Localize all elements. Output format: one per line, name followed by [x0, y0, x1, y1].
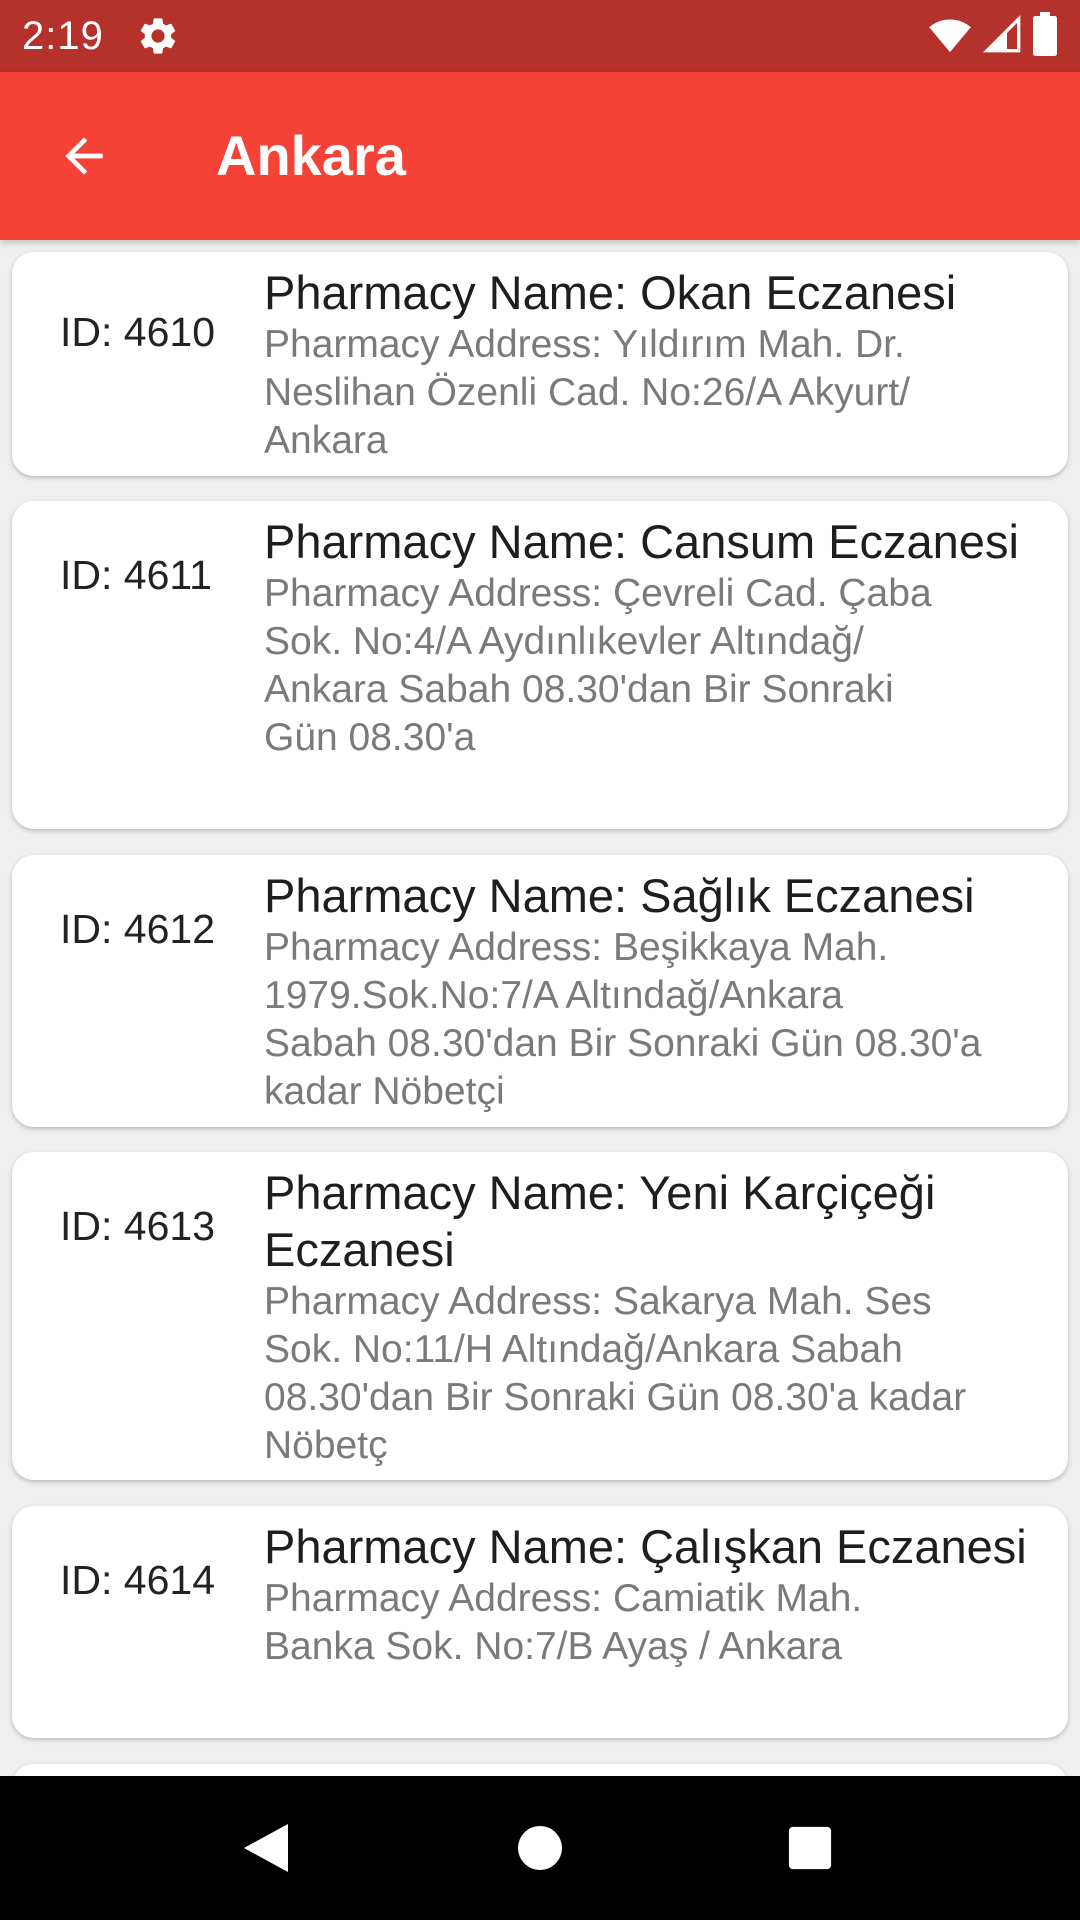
pharmacy-id: ID: 4614	[60, 1557, 215, 1603]
address-line: Pharmacy Address: Beşikkaya Mah.	[264, 926, 889, 969]
nav-home-button[interactable]	[504, 1812, 576, 1884]
wifi-icon	[928, 14, 972, 59]
address-line: Nöbetç	[264, 1424, 388, 1467]
address-line: Neslihan Özenli Cad. No:26/A Akyurt/	[264, 371, 910, 414]
pharmacy-address: Pharmacy Address: Sakarya Mah. Ses Sok. …	[264, 1278, 1044, 1470]
address-line: Pharmacy Address: Yıldırım Mah. Dr.	[264, 323, 905, 366]
address-line: Banka Sok. No:7/B Ayaş / Ankara	[264, 1625, 843, 1668]
pharmacy-address: Pharmacy Address: Camiatik Mah. Banka So…	[264, 1575, 1044, 1671]
pharmacy-details: Pharmacy Name: Okan Eczanesi Pharmacy Ad…	[264, 264, 1044, 465]
pharmacy-card[interactable]: ID: 4614 Pharmacy Name: Çalışkan Eczanes…	[12, 1506, 1068, 1738]
status-icons	[928, 11, 1058, 61]
address-line: Pharmacy Address: Camiatik Mah.	[264, 1577, 863, 1620]
pharmacy-card[interactable]: ID: 4610 Pharmacy Name: Okan Eczanesi Ph…	[12, 252, 1068, 476]
pharmacy-name: Pharmacy Name: Yeni Karçiçeği Eczanesi	[264, 1166, 936, 1276]
address-line: Gün 08.30'a	[264, 716, 476, 759]
pharmacy-id: ID: 4611	[60, 552, 212, 598]
cellular-signal-icon	[982, 14, 1022, 59]
address-line: Sok. No:11/H Altındağ/Ankara Sabah	[264, 1328, 903, 1371]
arrow-left-icon	[65, 137, 103, 175]
pharmacy-address: Pharmacy Address: Yıldırım Mah. Dr. Nesl…	[264, 321, 1044, 465]
pharmacy-details: Pharmacy Name: Yeni Karçiçeği Eczanesi P…	[264, 1164, 1044, 1470]
pharmacy-address: Pharmacy Address: Beşikkaya Mah. 1979.So…	[264, 924, 1044, 1116]
pharmacy-list[interactable]: ID: 4610 Pharmacy Name: Okan Eczanesi Ph…	[0, 240, 1080, 1776]
address-line: 08.30'dan Bir Sonraki Gün 08.30'a kadar	[264, 1376, 967, 1419]
status-bar: 2:19	[0, 0, 1080, 72]
app-bar: Ankara	[0, 72, 1080, 240]
pharmacy-id: ID: 4610	[60, 309, 215, 355]
pharmacy-name: Pharmacy Name: Çalışkan Eczanesi	[264, 1520, 1027, 1573]
pharmacy-id: ID: 4613	[60, 1203, 215, 1249]
pharmacy-details: Pharmacy Name: Çalışkan Eczanesi Pharmac…	[264, 1518, 1044, 1671]
pharmacy-card[interactable]: ID: 4612 Pharmacy Name: Sağlık Eczanesi …	[12, 855, 1068, 1127]
pharmacy-name: Pharmacy Name: Okan Eczanesi	[264, 266, 957, 319]
pharmacy-details: Pharmacy Name: Cansum Eczanesi Pharmacy …	[264, 513, 1044, 762]
pharmacy-id: ID: 4612	[60, 906, 215, 952]
back-triangle-icon	[244, 1824, 288, 1872]
pharmacy-name: Pharmacy Name: Cansum Eczanesi	[264, 515, 1019, 568]
home-circle-icon	[518, 1826, 562, 1870]
nav-back-button[interactable]	[230, 1812, 302, 1884]
page-title: Ankara	[216, 124, 406, 187]
settings-gear-icon	[136, 14, 180, 58]
pharmacy-address: Pharmacy Address: Çevreli Cad. Çaba Sok.…	[264, 570, 1044, 762]
address-line: Pharmacy Address: Çevreli Cad. Çaba	[264, 572, 932, 615]
pharmacy-details: Pharmacy Name: Sağlık Eczanesi Pharmacy …	[264, 867, 1044, 1116]
pharmacy-card[interactable]: ID: 4611 Pharmacy Name: Cansum Eczanesi …	[12, 501, 1068, 829]
back-button[interactable]	[50, 122, 118, 190]
address-line: kadar Nöbetçi	[264, 1070, 505, 1113]
recents-square-icon	[788, 1826, 832, 1870]
address-line: 1979.Sok.No:7/A Altındağ/Ankara	[264, 974, 843, 1017]
address-line: Ankara	[264, 419, 388, 462]
system-nav-bar	[0, 1776, 1080, 1920]
address-line: Ankara Sabah 08.30'dan Bir Sonraki	[264, 668, 894, 711]
nav-recents-button[interactable]	[774, 1812, 846, 1884]
status-time: 2:19	[22, 14, 104, 58]
address-line: Sok. No:4/A Aydınlıkevler Altındağ/	[264, 620, 864, 663]
pharmacy-card[interactable]: ID: 4613 Pharmacy Name: Yeni Karçiçeği E…	[12, 1152, 1068, 1480]
pharmacy-name: Pharmacy Name: Sağlık Eczanesi	[264, 869, 975, 922]
pharmacy-card[interactable]	[12, 1764, 1068, 1776]
address-line: Pharmacy Address: Sakarya Mah. Ses	[264, 1280, 932, 1323]
address-line: Sabah 08.30'dan Bir Sonraki Gün 08.30'a	[264, 1022, 982, 1065]
battery-icon	[1032, 11, 1058, 61]
